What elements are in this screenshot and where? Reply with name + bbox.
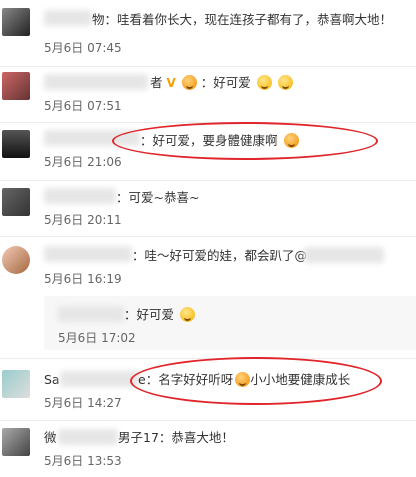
commenter-name[interactable] [44, 74, 148, 90]
avatar[interactable] [2, 8, 30, 36]
commenter-name[interactable] [44, 246, 132, 262]
commenter-name-start: Sa [44, 372, 60, 387]
commenter-name-start: 微 [44, 430, 57, 445]
divider [0, 420, 416, 421]
avatar[interactable] [2, 72, 30, 100]
mentioned-user[interactable] [304, 247, 384, 263]
comment-time: 5月6日 07:45 [44, 41, 122, 55]
highlight-circle [130, 357, 382, 405]
divider [0, 236, 416, 237]
commenter-name[interactable] [58, 429, 118, 445]
comment-time: 5月6日 14:27 [44, 396, 122, 410]
heart-eyes-emoji-icon [181, 75, 197, 90]
verified-badge-icon: V [166, 76, 176, 90]
commenter-name[interactable] [60, 371, 140, 387]
smile-emoji-icon [180, 307, 195, 322]
divider [0, 180, 416, 181]
comment-time: 5月6日 16:19 [44, 272, 122, 286]
comment-text: 物：哇看着你长大，现在连孩子都有了，恭喜啊大地！ [92, 12, 393, 27]
avatar[interactable] [2, 428, 30, 456]
happy-emoji-icon [277, 75, 293, 90]
highlight-circle [112, 122, 378, 160]
comment-time: 5月6日 13:53 [44, 454, 122, 468]
avatar[interactable] [2, 370, 30, 398]
comment-text: ：可爱~恭喜~ [116, 190, 200, 205]
comment-text: 男子17：恭喜大地！ [118, 430, 234, 445]
commenter-name[interactable] [58, 306, 124, 322]
avatar[interactable] [2, 188, 30, 216]
comment-text: ：好可爱 [124, 307, 195, 323]
smile-emoji-icon [256, 75, 272, 90]
comment-time: 5月6日 20:11 [44, 213, 122, 227]
comment-text: ：哇～好可爱的娃，都会趴了@ [132, 248, 308, 263]
avatar[interactable] [2, 246, 30, 274]
comment-time: 5月6日 07:51 [44, 99, 122, 113]
avatar[interactable] [2, 130, 30, 158]
divider [0, 66, 416, 67]
commenter-name[interactable] [44, 188, 116, 204]
comment-text: 者 V ：好可爱 [150, 75, 293, 91]
commenter-name[interactable] [44, 10, 92, 26]
comment-time: 5月6日 17:02 [58, 331, 136, 345]
comment-time: 5月6日 21:06 [44, 155, 122, 169]
